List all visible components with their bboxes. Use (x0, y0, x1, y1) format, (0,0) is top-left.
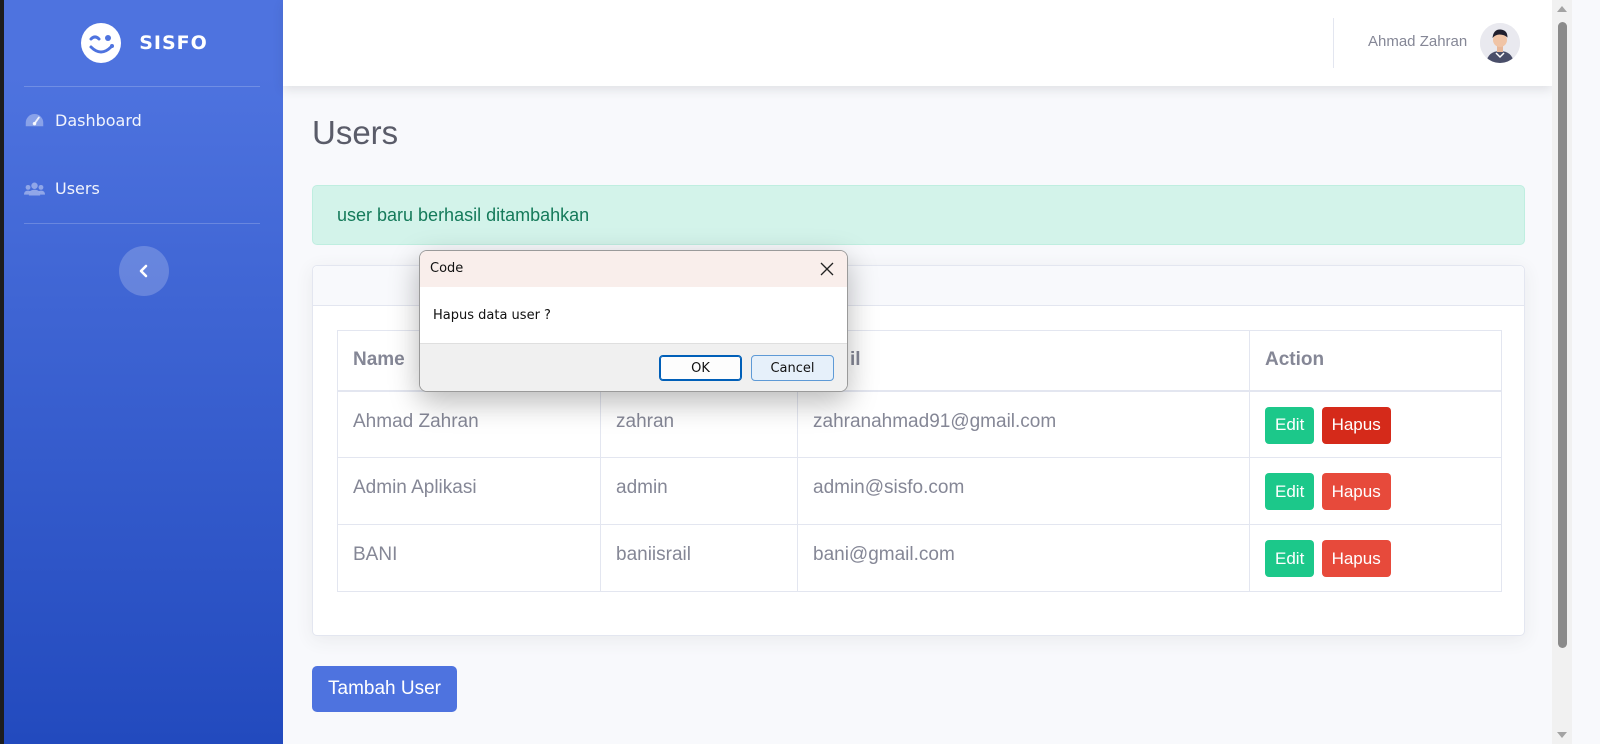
cell-username: admin (600, 457, 798, 525)
browser-page: SISFO Dashboard Users Ahmad Zahran Users… (4, 0, 1600, 744)
ok-button[interactable]: OK (659, 355, 742, 381)
success-alert: user baru berhasil ditambahkan (312, 185, 1525, 245)
cell-email: zahranahmad91@gmail.com (797, 390, 1250, 458)
confirm-dialog: Code Hapus data user ? OK Cancel (419, 250, 848, 392)
topbar-divider (1333, 18, 1334, 68)
user-name[interactable]: Ahmad Zahran (1368, 33, 1467, 50)
table-row: Ahmad Zahran zahran zahranahmad91@gmail.… (337, 390, 1502, 458)
sidebar: SISFO Dashboard Users (4, 0, 283, 744)
dialog-message: Hapus data user ? (433, 308, 551, 323)
dialog-title: Code (430, 261, 464, 276)
topbar: Ahmad Zahran (283, 0, 1552, 86)
delete-button[interactable]: Hapus (1321, 473, 1391, 510)
scroll-down-arrow-icon[interactable] (1557, 732, 1567, 738)
column-header-action: Action (1249, 330, 1502, 392)
vertical-scrollbar[interactable] (1552, 0, 1572, 744)
sidebar-divider (24, 223, 260, 224)
user-avatar[interactable] (1480, 23, 1520, 63)
close-icon (820, 262, 834, 276)
cell-username: baniisrail (600, 524, 798, 592)
delete-button[interactable]: Hapus (1321, 540, 1391, 577)
table-row: BANI baniisrail bani@gmail.com Edit Hapu… (337, 524, 1502, 592)
wink-face-icon (81, 23, 122, 63)
cell-username: zahran (600, 390, 798, 458)
users-icon (24, 182, 45, 195)
edit-button[interactable]: Edit (1265, 473, 1315, 510)
sidebar-item-dashboard[interactable]: Dashboard (24, 111, 142, 130)
dialog-close-button[interactable] (815, 257, 839, 281)
sidebar-item-label: Users (55, 179, 100, 198)
sidebar-toggle-button[interactable] (119, 246, 169, 296)
delete-button[interactable]: Hapus (1321, 406, 1391, 444)
avatar-image (1480, 23, 1520, 63)
edit-button[interactable]: Edit (1265, 540, 1315, 577)
cell-name: BANI (337, 524, 601, 592)
cancel-button[interactable]: Cancel (751, 355, 834, 381)
cell-email: admin@sisfo.com (797, 457, 1250, 525)
brand-name: SISFO (139, 32, 208, 54)
scroll-thumb[interactable] (1558, 22, 1567, 648)
page-title: Users (312, 114, 399, 151)
sidebar-divider (24, 86, 260, 87)
dialog-footer: OK Cancel (420, 343, 847, 391)
chevron-left-icon (139, 264, 148, 278)
cell-name: Ahmad Zahran (337, 390, 601, 458)
dialog-titlebar[interactable]: Code (420, 251, 847, 287)
add-user-button[interactable]: Tambah User (312, 666, 457, 712)
scroll-up-arrow-icon[interactable] (1557, 6, 1567, 12)
cell-email: bani@gmail.com (797, 524, 1250, 592)
sidebar-item-label: Dashboard (55, 111, 142, 130)
sidebar-brand[interactable]: SISFO (4, 0, 283, 86)
cell-action: Edit Hapus (1249, 390, 1502, 458)
cell-name: Admin Aplikasi (337, 457, 601, 525)
table-row: Admin Aplikasi admin admin@sisfo.com Edi… (337, 457, 1502, 525)
edit-button[interactable]: Edit (1265, 406, 1315, 444)
column-header-email: il (797, 330, 1250, 392)
sidebar-item-users[interactable]: Users (24, 179, 100, 198)
cell-action: Edit Hapus (1249, 457, 1502, 525)
tachometer-icon (25, 113, 44, 126)
cell-action: Edit Hapus (1249, 524, 1502, 592)
